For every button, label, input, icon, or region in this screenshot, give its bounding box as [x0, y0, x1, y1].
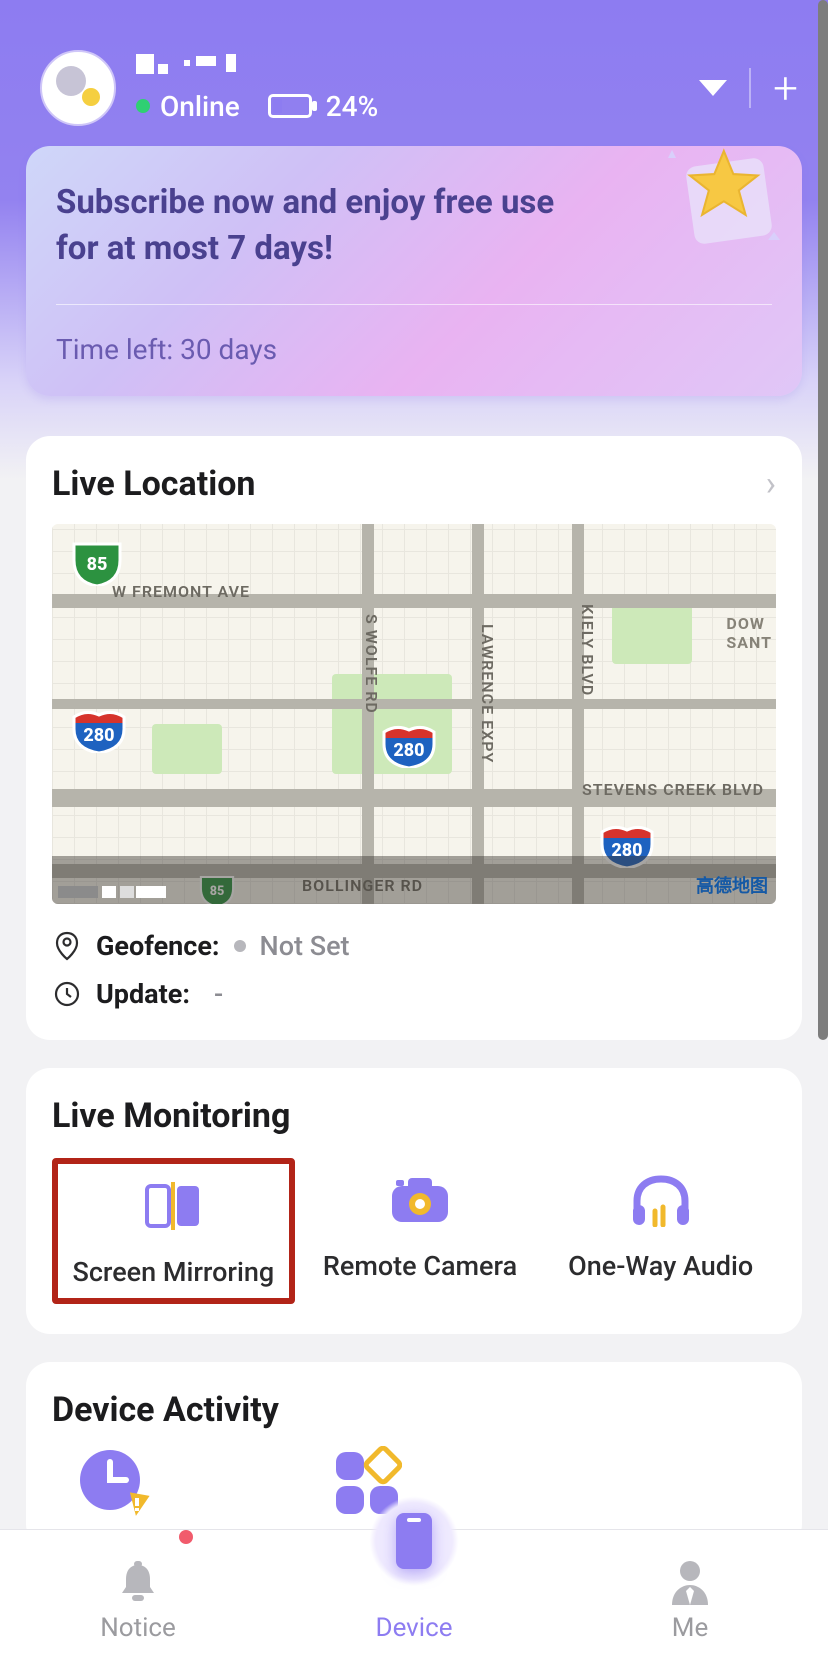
monitor-label: Screen Mirroring: [72, 1256, 274, 1288]
avatar[interactable]: [40, 50, 116, 126]
phone-icon: [396, 1513, 432, 1569]
promo-title: Subscribe now and enjoy free use for at …: [56, 180, 576, 272]
highway-shield-icon: 85: [70, 542, 124, 586]
tab-label: Notice: [100, 1613, 176, 1643]
clock-icon: [52, 979, 82, 1009]
tab-label: Me: [672, 1613, 709, 1643]
map-road-label: S WOLFE RD: [362, 614, 381, 714]
battery-pct: 24%: [326, 90, 378, 123]
live-location-card: Live Location › W FREMONT AVE S WOLFE RD…: [26, 436, 802, 1040]
scrollbar[interactable]: [818, 0, 828, 1040]
status-label: Online: [160, 90, 240, 123]
divider: [749, 68, 751, 108]
bell-icon: [114, 1559, 162, 1607]
device-fab[interactable]: [369, 1496, 459, 1586]
headphones-icon: [627, 1172, 695, 1228]
header: Online 24% +: [0, 0, 828, 146]
monitor-label: One-Way Audio: [568, 1250, 753, 1282]
promo-time-left: Time left: 30 days: [56, 333, 772, 366]
highway-shield-icon: 280: [72, 709, 126, 753]
notification-dot-icon: [179, 1530, 193, 1544]
remote-camera-button[interactable]: Remote Camera: [305, 1158, 536, 1304]
map-road-label: LAWRENCE EXPY: [478, 624, 497, 763]
one-way-audio-button[interactable]: One-Way Audio: [545, 1158, 776, 1304]
battery-icon: [268, 94, 312, 118]
map-road-label: W FREMONT AVE: [112, 582, 250, 601]
highway-shield-icon: 280: [382, 724, 436, 768]
camera-icon: [388, 1172, 452, 1228]
screen-mirroring-button[interactable]: Screen Mirroring: [52, 1158, 295, 1304]
screen-mirror-icon: [137, 1178, 209, 1234]
map-road-label: KIELY BLVD: [578, 604, 597, 696]
live-monitoring-title: Live Monitoring: [52, 1096, 776, 1136]
map[interactable]: W FREMONT AVE S WOLFE RD LAWRENCE EXPY K…: [52, 524, 776, 904]
pin-icon: [52, 931, 82, 961]
person-icon: [668, 1559, 712, 1607]
device-activity-title: Device Activity: [52, 1390, 776, 1430]
battery-indicator: 24%: [268, 90, 378, 123]
live-location-title: Live Location: [52, 464, 255, 504]
add-button[interactable]: +: [773, 66, 798, 110]
geofence-label: Geofence:: [96, 930, 220, 962]
online-dot-icon: [136, 99, 150, 113]
divider: [56, 304, 772, 305]
update-row: Update: -: [52, 978, 776, 1010]
map-attribution: [58, 868, 188, 898]
map-watermark: 高德地图: [696, 872, 768, 898]
tab-notice[interactable]: Notice: [0, 1530, 276, 1671]
tab-label: Device: [376, 1613, 453, 1643]
update-label: Update:: [96, 978, 190, 1010]
map-footer: 高德地图: [52, 856, 776, 904]
star-icon: [664, 136, 784, 256]
live-monitoring-card: Live Monitoring Screen Mirroring: [26, 1068, 802, 1334]
geofence-value: Not Set: [260, 930, 350, 962]
status-dot-icon: [234, 940, 246, 952]
geofence-row[interactable]: Geofence: Not Set: [52, 930, 776, 962]
promo-card[interactable]: Subscribe now and enjoy free use for at …: [26, 146, 802, 396]
tab-bar: Notice Device Me: [0, 1529, 828, 1671]
dropdown-icon[interactable]: [699, 80, 727, 96]
status-indicator: Online: [136, 90, 240, 123]
update-value: -: [214, 978, 223, 1010]
map-road-label: DOW SANT: [726, 614, 772, 652]
tab-device[interactable]: Device: [276, 1530, 552, 1671]
tab-me[interactable]: Me: [552, 1530, 828, 1671]
map-road-label: STEVENS CREEK BLVD: [582, 780, 764, 799]
profile-name: [136, 54, 246, 82]
monitor-label: Remote Camera: [323, 1250, 517, 1282]
screen-time-icon[interactable]: [78, 1446, 150, 1518]
chevron-right-icon[interactable]: ›: [766, 464, 776, 504]
